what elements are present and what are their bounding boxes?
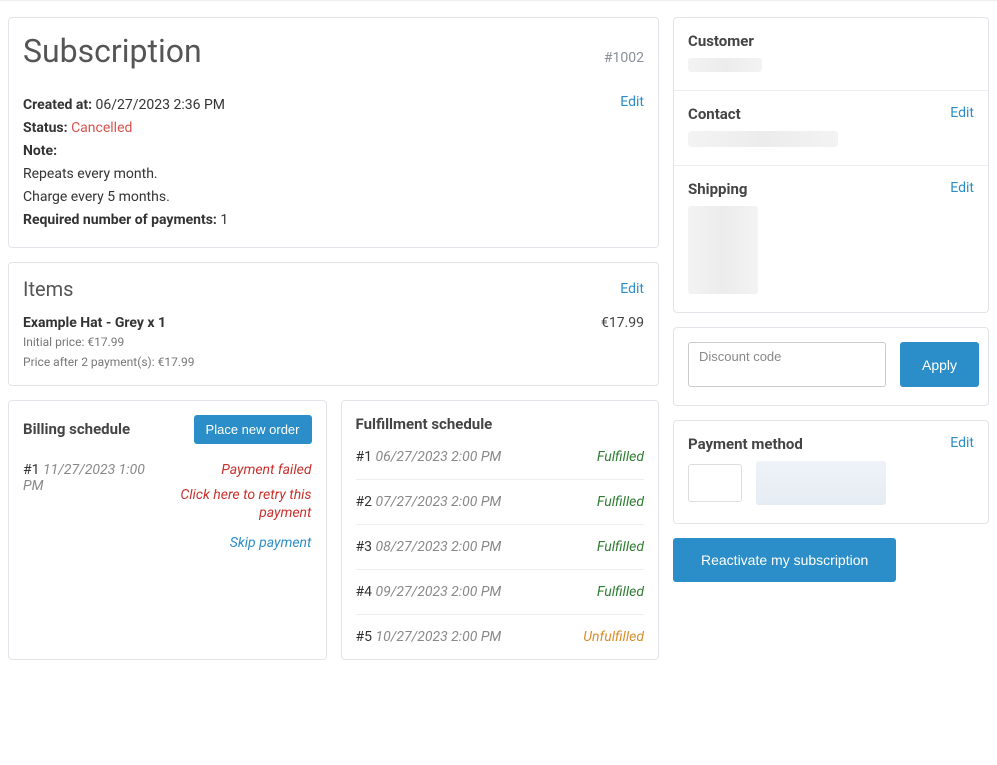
payment-method-card: Payment method Edit [673, 420, 989, 524]
order-number: #1002 [604, 50, 644, 66]
customer-card: Customer Contact Edit Shipping Edit [673, 17, 989, 313]
discount-card: Apply [673, 327, 989, 406]
contact-placeholder [688, 131, 838, 147]
fulfillment-status: Fulfilled [597, 494, 644, 510]
fulfillment-status: Unfulfilled [583, 629, 644, 645]
fulfillment-row: #5 10/27/2023 2:00 PMUnfulfilled [356, 615, 645, 645]
subscription-header-card: Subscription #1002 Created at: 06/27/202… [8, 17, 659, 248]
item-price-after: Price after 2 payment(s): €17.99 [23, 353, 194, 371]
items-card: Items Edit Example Hat - Grey x 1 Initia… [8, 262, 659, 386]
payment-failed-label: Payment failed [221, 462, 311, 478]
edit-payment-link[interactable]: Edit [950, 435, 974, 451]
fulfillment-row: #2 07/27/2023 2:00 PMFulfilled [356, 480, 645, 525]
edit-items-link[interactable]: Edit [620, 281, 644, 297]
skip-payment-link[interactable]: Skip payment [154, 535, 312, 551]
fulfillment-title: Fulfillment schedule [356, 415, 493, 433]
item-initial-price: Initial price: €17.99 [23, 333, 194, 351]
item-price: €17.99 [601, 315, 644, 371]
billing-entry: #1 11/27/2023 1:00 PM [23, 462, 146, 494]
billing-schedule-card: Billing schedule Place new order #1 11/2… [8, 400, 327, 660]
shipping-title: Shipping [688, 180, 747, 198]
customer-name-placeholder [688, 58, 762, 72]
edit-contact-link[interactable]: Edit [950, 105, 974, 121]
edit-subscription-link[interactable]: Edit [620, 94, 644, 110]
payment-method-title: Payment method [688, 435, 803, 453]
fulfillment-schedule-card: Fulfillment schedule #1 06/27/2023 2:00 … [341, 400, 660, 660]
place-new-order-button[interactable]: Place new order [194, 415, 312, 444]
fulfillment-status: Fulfilled [597, 449, 644, 465]
subscription-meta: Created at: 06/27/2023 2:36 PM Status: C… [23, 94, 228, 233]
fulfillment-row: #3 08/27/2023 2:00 PMFulfilled [356, 525, 645, 570]
retry-payment-link[interactable]: Click here to retry this payment [154, 486, 312, 524]
contact-title: Contact [688, 105, 741, 123]
payment-card-thumb [688, 464, 742, 502]
item-name: Example Hat - Grey x 1 [23, 315, 194, 331]
shipping-placeholder [688, 206, 758, 294]
apply-discount-button[interactable]: Apply [900, 342, 979, 387]
page-title: Subscription [23, 32, 202, 70]
items-title: Items [23, 277, 73, 301]
discount-code-input[interactable] [688, 342, 886, 387]
fulfillment-status: Fulfilled [597, 539, 644, 555]
fulfillment-row: #1 06/27/2023 2:00 PMFulfilled [356, 449, 645, 480]
fulfillment-status: Fulfilled [597, 584, 644, 600]
edit-shipping-link[interactable]: Edit [950, 180, 974, 196]
payment-details-placeholder [756, 461, 886, 505]
status-value: Cancelled [71, 120, 132, 136]
customer-title: Customer [688, 32, 754, 50]
reactivate-subscription-button[interactable]: Reactivate my subscription [673, 538, 896, 582]
billing-title: Billing schedule [23, 420, 130, 438]
fulfillment-row: #4 09/27/2023 2:00 PMFulfilled [356, 570, 645, 615]
